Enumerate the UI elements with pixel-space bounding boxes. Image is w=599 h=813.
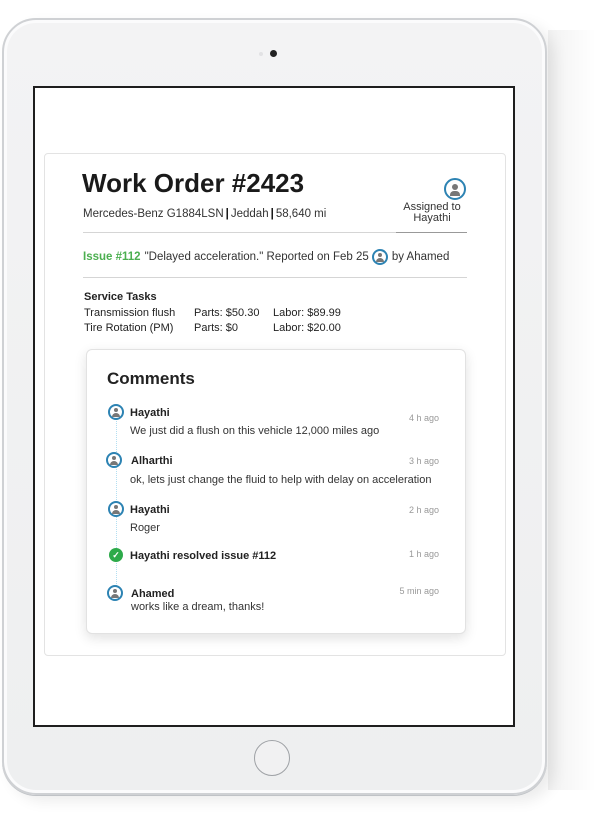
separator: | bbox=[225, 208, 229, 220]
task-labor: Labor: $20.00 bbox=[273, 322, 341, 334]
task-name: Transmission flush bbox=[84, 307, 176, 319]
reporter-avatar-icon[interactable] bbox=[371, 249, 388, 265]
divider bbox=[83, 277, 467, 278]
page-title: Work Order #2423 bbox=[82, 168, 305, 198]
comment-text: We just did a flush on this vehicle 12,0… bbox=[130, 425, 380, 437]
comment-time: 5 min ago bbox=[399, 586, 439, 596]
issue-link[interactable]: Issue #112 bbox=[83, 251, 141, 263]
resolved-event: Hayathi resolved issue #112 bbox=[130, 550, 277, 562]
issue-description: "Delayed acceleration." Reported on Feb … bbox=[144, 251, 369, 263]
camera-icon bbox=[270, 50, 277, 57]
comment-time: 1 h ago bbox=[408, 549, 439, 559]
comment-time: 3 h ago bbox=[408, 456, 439, 466]
vehicle-location: Jeddah bbox=[230, 208, 269, 220]
sensor-dot bbox=[259, 52, 263, 56]
task-parts: Parts: $0 bbox=[194, 322, 239, 334]
task-labor: Labor: $89.99 bbox=[273, 307, 341, 319]
comment-author: Ahamed bbox=[131, 588, 175, 600]
service-tasks: Service Tasks Transmission flush Parts: … bbox=[84, 291, 341, 336]
assignee-avatar-icon[interactable] bbox=[444, 178, 466, 200]
assignee-underline bbox=[396, 232, 467, 233]
vehicle-info: Mercedes-Benz G1884LSN | Jeddah | 58,640 mi bbox=[83, 208, 326, 220]
comment-avatar-icon[interactable] bbox=[108, 501, 124, 517]
comment-time: 4 h ago bbox=[408, 413, 439, 423]
check-icon: ✓ bbox=[109, 548, 123, 562]
comment-author: Hayathi bbox=[130, 407, 170, 419]
comment-author: Hayathi bbox=[130, 504, 170, 516]
task-parts: Parts: $50.30 bbox=[194, 307, 260, 319]
issue-reporter: by Ahamed bbox=[391, 251, 450, 263]
task-row: Transmission flush Parts: $50.30 Labor: … bbox=[84, 306, 341, 321]
comment-avatar-icon[interactable] bbox=[108, 404, 124, 420]
comment-avatar-icon[interactable] bbox=[106, 452, 122, 468]
comment-text: ok, lets just change the fluid to help w… bbox=[130, 474, 432, 486]
issue-line: Issue #112 "Delayed acceleration." Repor… bbox=[83, 249, 449, 265]
comment-text: works like a dream, thanks! bbox=[131, 601, 265, 613]
separator: | bbox=[270, 208, 274, 220]
comment-author: Alharthi bbox=[131, 455, 173, 467]
assigned-to[interactable]: Assigned to Hayathi bbox=[396, 202, 468, 224]
stage: Work Order #2423 Mercedes-Benz G1884LSN |… bbox=[0, 0, 599, 813]
comments-title: Comments bbox=[107, 369, 195, 388]
comment-avatar-icon[interactable] bbox=[107, 585, 123, 601]
service-tasks-heading: Service Tasks bbox=[84, 291, 157, 303]
task-row: Tire Rotation (PM) Parts: $0 Labor: $20.… bbox=[84, 321, 341, 336]
home-button[interactable] bbox=[254, 740, 290, 776]
device-shadow bbox=[548, 30, 596, 790]
vehicle-mileage: 58,640 mi bbox=[275, 208, 327, 220]
task-name: Tire Rotation (PM) bbox=[84, 322, 174, 334]
comment-time: 2 h ago bbox=[408, 505, 439, 515]
comment-text: Roger bbox=[130, 522, 160, 534]
assignee-name: Hayathi bbox=[413, 212, 451, 224]
vehicle-model: Mercedes-Benz G1884LSN bbox=[83, 208, 224, 220]
